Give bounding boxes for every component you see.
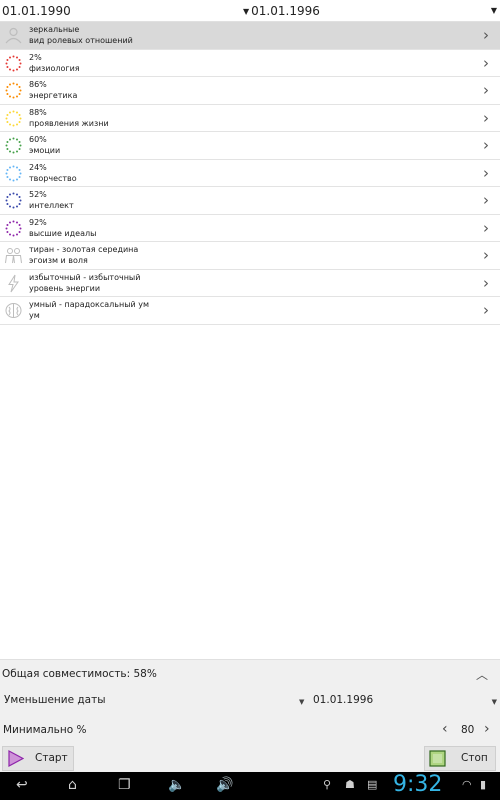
couple-icon <box>4 246 23 265</box>
list-item-value: тиран - золотая середина <box>29 245 139 254</box>
list-item-label: вид ролевых отношений <box>29 36 133 45</box>
dropdown-arrow-icon[interactable]: ▼ <box>491 6 497 15</box>
cycle-icon <box>4 109 23 128</box>
decrease-button[interactable]: ‹ <box>442 721 448 737</box>
start-button[interactable]: Старт <box>2 746 74 771</box>
play-icon <box>7 749 25 768</box>
people-icon <box>4 26 23 45</box>
dropdown-arrow-icon[interactable]: ▼ <box>492 698 497 706</box>
clock: 9:32 <box>393 772 443 797</box>
date-range-bar: 01.01.1990 ▼ 01.01.1996 ▼ <box>0 0 500 22</box>
list-item-label: физиология <box>29 63 80 73</box>
app-root: 01.01.1990 ▼ 01.01.1996 ▼ зеркальные вид р… <box>0 0 500 800</box>
list-item[interactable]: 24% творчество › <box>0 159 500 187</box>
list-item-label: творчество <box>29 173 77 183</box>
chevron-right-icon[interactable]: › <box>483 301 489 319</box>
list-item-label: высшие идеалы <box>29 228 97 238</box>
minimum-percent-value: 80 <box>461 724 475 736</box>
system-nav-bar: ↩ ⌂ ❐ 🔈 🔊 ⚲ ☗ ▤ 9:32 ◠ ▮ <box>0 772 500 800</box>
cycle-icon <box>4 191 23 210</box>
wifi-icon: ◠ <box>462 778 472 791</box>
list-item[interactable]: 88% проявления жизни › <box>0 104 500 132</box>
increase-button[interactable]: › <box>484 721 490 737</box>
cycle-icon <box>4 54 23 73</box>
battery-icon: ▮ <box>480 778 487 791</box>
list-item-label: ум <box>29 311 40 320</box>
date-to[interactable]: ▼ 01.01.1996 <box>243 4 320 18</box>
list-item-value: умный - парадоксальный ум <box>29 300 150 309</box>
list-item-value: 52% <box>29 190 47 199</box>
list-item-value: 2% <box>29 52 42 62</box>
stop-icon <box>429 750 446 767</box>
list-item-value: 60% <box>29 135 47 144</box>
list-item-label: интеллект <box>29 201 74 210</box>
lightning-icon <box>4 274 23 293</box>
chevron-right-icon[interactable]: › <box>483 109 489 127</box>
stop-button[interactable]: Стоп <box>424 746 496 771</box>
cycle-icon <box>4 219 23 238</box>
list-item-value: 88% <box>29 107 47 117</box>
list-item[interactable]: 86% энергетика › <box>0 77 500 105</box>
recent-apps-icon[interactable]: ❐ <box>118 777 131 793</box>
list-item-value: зеркальные <box>29 25 80 34</box>
chevron-right-icon[interactable]: › <box>483 26 489 44</box>
list-item[interactable]: зеркальные вид ролевых отношений › <box>0 22 500 50</box>
list-item-value: 92% <box>29 217 47 227</box>
date-from[interactable]: 01.01.1990 <box>2 4 71 18</box>
cycle-icon <box>4 81 23 100</box>
home-icon[interactable]: ⌂ <box>68 777 77 793</box>
android-icon: ☗ <box>345 778 355 791</box>
list-item[interactable]: умный - парадоксальный ум ум › <box>0 297 500 325</box>
brain-icon <box>4 301 23 320</box>
start-button-label: Старт <box>35 752 68 764</box>
list-item-label: энергетика <box>29 91 78 100</box>
list-item[interactable]: 92% высшие идеалы › <box>0 214 500 242</box>
list-item[interactable]: тиран - золотая середина эгоизм и воля › <box>0 242 500 270</box>
dropdown-arrow-icon[interactable]: ▼ <box>299 698 304 706</box>
volume-down-icon[interactable]: 🔈 <box>168 777 185 793</box>
chevron-right-icon[interactable]: › <box>483 274 489 292</box>
cycle-icon <box>4 164 23 183</box>
list-item[interactable]: 60% эмоции › <box>0 132 500 160</box>
list-item-label: эгоизм и воля <box>29 256 88 265</box>
sd-card-icon: ▤ <box>367 778 378 791</box>
list-item-label: эмоции <box>29 146 61 155</box>
total-compatibility: Общая совместимость: 58% <box>2 668 157 680</box>
mode-select[interactable]: Уменьшение даты <box>4 694 106 706</box>
back-icon[interactable]: ↩ <box>16 777 28 793</box>
list-item-value: избыточный - избыточный <box>29 272 141 282</box>
list-item[interactable]: избыточный - избыточный уровень энергии › <box>0 269 500 297</box>
list-item-label: проявления жизни <box>29 118 109 128</box>
chevron-up-icon[interactable]: ︿ <box>476 666 488 683</box>
list-item[interactable]: 52% интеллект › <box>0 187 500 215</box>
compatibility-list: зеркальные вид ролевых отношений › 2% физиол… <box>0 22 500 325</box>
chevron-right-icon[interactable]: › <box>483 246 489 264</box>
list-item-value: 24% <box>29 162 47 172</box>
list-item-label: уровень энергии <box>29 283 101 293</box>
minimum-percent-label: Минимально % <box>3 724 87 736</box>
list-item-value: 86% <box>29 80 47 89</box>
usb-icon: ⚲ <box>323 778 332 791</box>
dropdown-arrow-icon: ▼ <box>243 7 250 16</box>
chevron-right-icon[interactable]: › <box>483 219 489 237</box>
chevron-right-icon[interactable]: › <box>483 164 489 182</box>
bottom-panel: Общая совместимость: 58% ︿ Уменьшение да… <box>0 659 500 772</box>
list-item[interactable]: 2% физиология › <box>0 49 500 77</box>
date-to-text: 01.01.1996 <box>251 4 320 18</box>
cycle-icon <box>4 136 23 155</box>
chevron-right-icon[interactable]: › <box>483 191 489 209</box>
chevron-right-icon[interactable]: › <box>483 81 489 99</box>
chevron-right-icon[interactable]: › <box>483 136 489 154</box>
chevron-right-icon[interactable]: › <box>483 54 489 72</box>
stop-button-label: Стоп <box>461 752 488 764</box>
mode-date-select[interactable]: 01.01.1996 <box>313 694 373 706</box>
volume-up-icon[interactable]: 🔊 <box>216 777 233 793</box>
